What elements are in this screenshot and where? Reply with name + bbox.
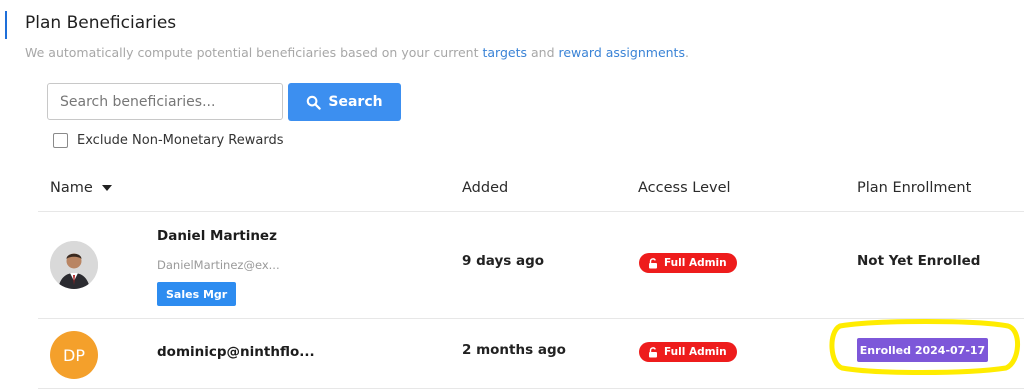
search-button[interactable]: Search (288, 83, 401, 121)
access-level-label: Full Admin (664, 346, 727, 358)
access-level-badge: Full Admin (639, 342, 737, 362)
avatar: DP (50, 331, 98, 379)
targets-link[interactable]: targets (482, 45, 527, 60)
subtitle-text-end: . (684, 45, 689, 60)
row-divider (38, 318, 1024, 319)
search-icon (307, 95, 322, 110)
reward-assignments-link[interactable]: reward assignments (558, 45, 684, 60)
subtitle-text-mid: and (527, 45, 559, 60)
column-header-name[interactable]: Name (50, 180, 112, 196)
exclude-non-monetary-filter[interactable]: Exclude Non-Monetary Rewards (53, 133, 284, 148)
section-accent-bar (5, 11, 7, 39)
row-divider (38, 388, 1024, 389)
access-level-label: Full Admin (664, 257, 727, 269)
search-button-label: Search (328, 94, 383, 110)
enrollment-status: Not Yet Enrolled (857, 253, 981, 269)
beneficiary-email: DanielMartinez@ex... (157, 258, 280, 272)
page-title: Plan Beneficiaries (25, 13, 177, 33)
column-header-name-label: Name (50, 180, 93, 196)
search-input[interactable] (47, 83, 283, 120)
caret-down-icon (101, 185, 112, 191)
subtitle-text: We automatically compute potential benef… (25, 45, 483, 60)
avatar-photo (50, 241, 98, 289)
added-time: 9 days ago (462, 253, 545, 269)
exclude-non-monetary-label: Exclude Non-Monetary Rewards (77, 133, 284, 148)
column-header-added: Added (462, 180, 509, 196)
column-header-access-level: Access Level (638, 180, 731, 196)
page-subtitle: We automatically compute potential benef… (25, 45, 689, 60)
exclude-non-monetary-checkbox[interactable] (53, 133, 68, 148)
beneficiary-name[interactable]: Daniel Martinez (157, 228, 277, 244)
role-badge: Sales Mgr (157, 282, 237, 306)
avatar (50, 241, 98, 289)
access-level-badge: Full Admin (639, 253, 737, 273)
beneficiary-name[interactable]: dominicp@ninthflo... (157, 344, 315, 360)
lock-icon (649, 346, 657, 357)
added-time: 2 months ago (462, 342, 566, 358)
header-divider (38, 211, 1024, 212)
enrollment-badge: Enrolled 2024-07-17 (857, 338, 988, 362)
lock-icon (649, 257, 657, 268)
column-header-plan-enrollment: Plan Enrollment (857, 180, 972, 196)
